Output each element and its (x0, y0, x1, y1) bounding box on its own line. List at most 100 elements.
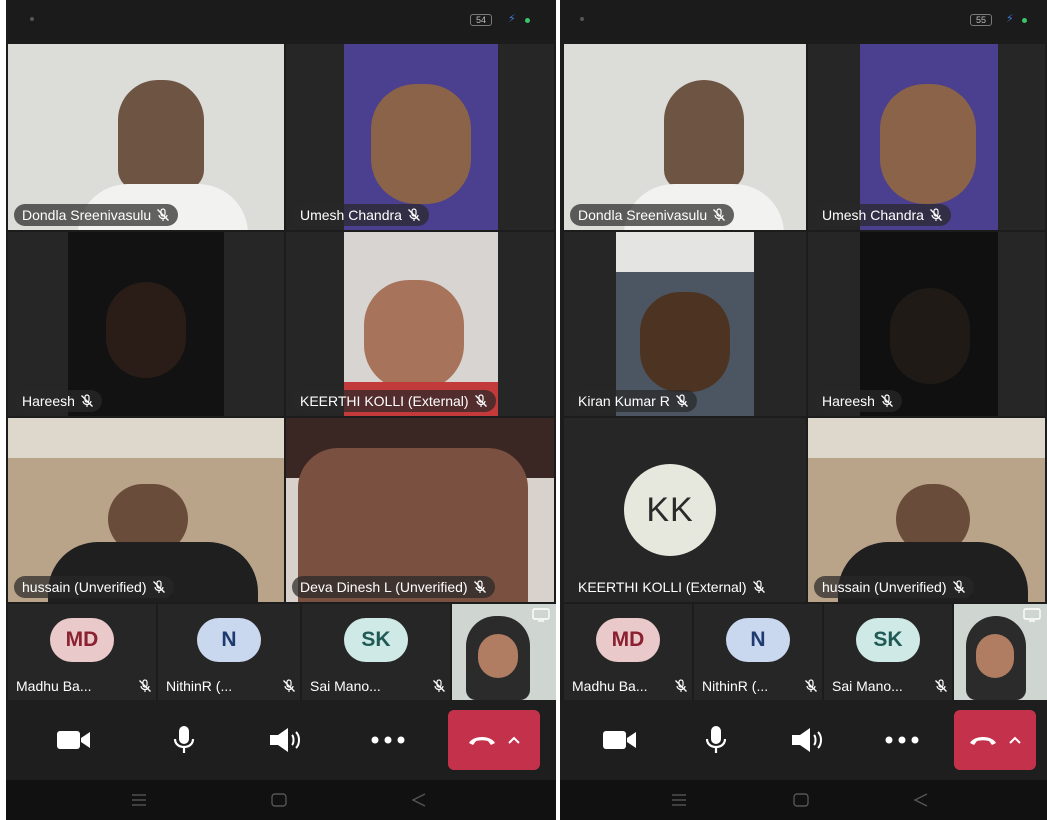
participant-tile[interactable]: Umesh Chandra (808, 44, 1045, 230)
android-nav-bar (6, 780, 556, 820)
camera-active-dot-icon (1022, 18, 1027, 23)
camera-icon (603, 731, 636, 749)
avatar: N (726, 618, 790, 662)
participant-tile[interactable]: Dondla Sreenivasulu (8, 44, 284, 230)
hang-up-icon (469, 737, 495, 745)
android-nav-bar (560, 780, 1047, 820)
chevron-up-icon (508, 736, 520, 744)
more-options-icon (371, 736, 405, 744)
camera-icon (57, 731, 90, 749)
nav-home-icon[interactable] (792, 792, 810, 808)
mic-muted-icon (433, 679, 445, 692)
mic-muted-icon (474, 394, 487, 407)
charging-bolt-icon: ⚡ (508, 13, 516, 25)
participant-name-label: Kiran Kumar R (570, 390, 697, 412)
charging-bolt-icon: ⚡ (1006, 13, 1014, 25)
mic-muted-icon (407, 208, 420, 221)
camera-button[interactable] (56, 722, 92, 758)
participant-strip: MD Madhu Ba... N NithinR (... SK Sai Man… (6, 604, 556, 700)
status-indicator-icon (30, 17, 34, 21)
right-phone-screen: 55 ⚡ Dondla Sreenivasulu Umesh Chandra K… (560, 0, 1047, 820)
avatar: N (197, 618, 261, 662)
participant-name-label: hussain (Unverified) (14, 576, 174, 598)
mic-muted-icon (713, 208, 726, 221)
mic-muted-icon (152, 580, 165, 593)
participant-tile[interactable]: Hareesh (8, 232, 284, 416)
participant-name-label: hussain (Unverified) (814, 576, 974, 598)
participant-video (118, 80, 204, 190)
mic-muted-icon (952, 580, 965, 593)
participant-name-label: Sai Mano... (310, 678, 446, 694)
microphone-button[interactable] (698, 722, 734, 758)
mic-muted-icon (929, 208, 942, 221)
nav-home-icon[interactable] (270, 792, 288, 808)
participant-thumbnail[interactable]: N NithinR (... (158, 604, 300, 700)
participant-video (880, 84, 976, 204)
mic-muted-icon (752, 580, 765, 593)
hang-up-button[interactable] (448, 710, 540, 770)
participant-tile[interactable]: KEERTHI KOLLI (External) (286, 232, 554, 416)
self-view-thumbnail[interactable] (452, 604, 556, 700)
nav-back-icon[interactable] (912, 792, 930, 808)
participant-name-label: KEERTHI KOLLI (External) (292, 390, 496, 412)
participant-tile[interactable]: hussain (Unverified) (808, 418, 1045, 602)
participant-video (364, 280, 464, 390)
avatar: KK (624, 464, 716, 556)
screen-share-icon[interactable] (532, 608, 550, 622)
participant-name-label: Umesh Chandra (292, 204, 429, 226)
participant-name-label: Hareesh (814, 390, 902, 412)
participant-tile[interactable]: Umesh Chandra (286, 44, 554, 230)
participant-thumbnail[interactable]: SK Sai Mano... (302, 604, 450, 700)
mic-muted-icon (139, 679, 151, 692)
avatar: MD (50, 618, 114, 662)
screen-share-icon[interactable] (1023, 608, 1041, 622)
participant-strip: MD Madhu Ba... N NithinR (... SK Sai Man… (560, 604, 1047, 700)
nav-recents-icon[interactable] (130, 792, 148, 808)
mic-muted-icon (805, 679, 817, 692)
mic-muted-icon (675, 679, 687, 692)
participant-tile[interactable]: hussain (Unverified) (8, 418, 284, 602)
participant-name-label: Sai Mano... (832, 678, 948, 694)
more-options-button[interactable] (884, 722, 920, 758)
participant-name-label: Dondla Sreenivasulu (14, 204, 179, 226)
participant-tile[interactable]: Kiran Kumar R (564, 232, 806, 416)
microphone-button[interactable] (166, 722, 202, 758)
participant-thumbnail[interactable]: N NithinR (... (694, 604, 822, 700)
participant-name-label: NithinR (... (702, 678, 818, 694)
participant-name-label: Dondla Sreenivasulu (570, 204, 735, 226)
participant-name-label: Madhu Ba... (16, 678, 152, 694)
participant-tile[interactable]: Dondla Sreenivasulu (564, 44, 806, 230)
hang-up-button[interactable] (954, 710, 1036, 770)
participant-name-label: Deva Dinesh L (Unverified) (292, 576, 495, 598)
speaker-button[interactable] (268, 722, 304, 758)
microphone-icon (173, 726, 195, 753)
camera-button[interactable] (602, 722, 638, 758)
battery-level: 54 (470, 14, 492, 26)
self-view-thumbnail[interactable] (954, 604, 1047, 700)
mic-muted-icon (157, 208, 170, 221)
call-controls (560, 700, 1047, 780)
mic-muted-icon (935, 679, 947, 692)
more-options-button[interactable] (370, 722, 406, 758)
self-view-video (976, 634, 1014, 678)
nav-back-icon[interactable] (410, 792, 428, 808)
participant-thumbnail[interactable]: SK Sai Mano... (824, 604, 952, 700)
left-phone-screen: 54 ⚡ Dondla Sreenivasulu Umesh Chandra H… (6, 0, 556, 820)
participant-thumbnail[interactable]: MD Madhu Ba... (8, 604, 156, 700)
hang-up-icon (970, 737, 996, 745)
participant-video (890, 288, 970, 384)
chevron-up-icon (1009, 736, 1021, 744)
participant-name-label: Madhu Ba... (572, 678, 688, 694)
participant-name-label: NithinR (... (166, 678, 296, 694)
participant-tile[interactable]: KK KEERTHI KOLLI (External) (564, 418, 806, 602)
nav-recents-icon[interactable] (670, 792, 688, 808)
battery-level: 55 (970, 14, 992, 26)
participant-video (8, 418, 284, 458)
participant-tile[interactable]: Hareesh (808, 232, 1045, 416)
participant-tile[interactable]: Deva Dinesh L (Unverified) (286, 418, 554, 602)
speaker-button[interactable] (790, 722, 826, 758)
more-options-icon (885, 736, 919, 744)
participant-thumbnail[interactable]: MD Madhu Ba... (564, 604, 692, 700)
mic-muted-icon (675, 394, 688, 407)
participant-video (371, 84, 471, 204)
